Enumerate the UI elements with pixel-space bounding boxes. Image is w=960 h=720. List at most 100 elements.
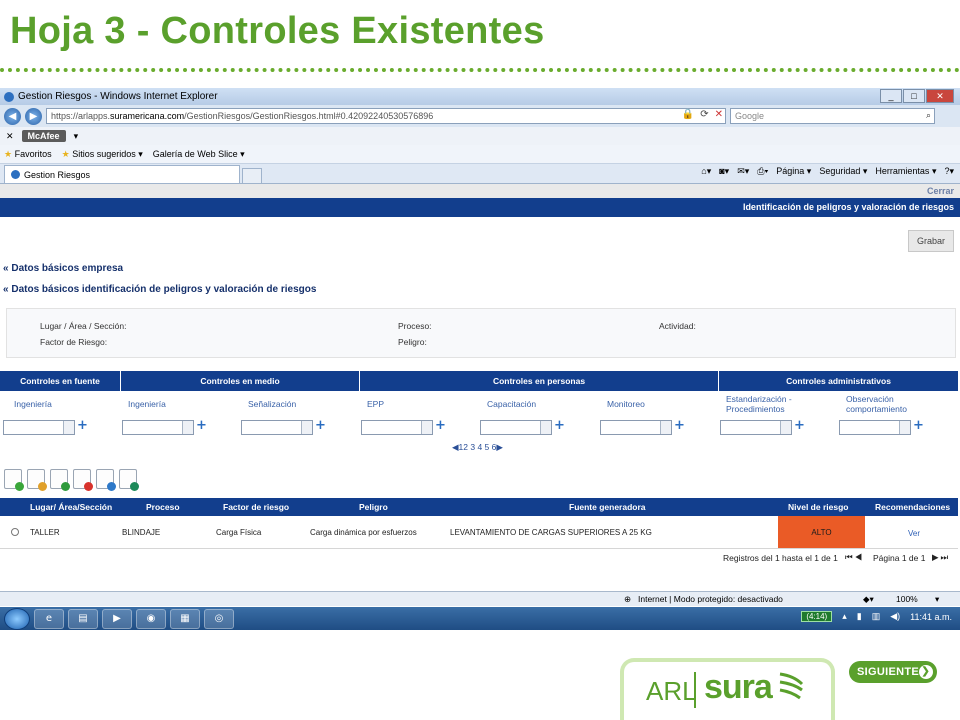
add-record-icon[interactable] xyxy=(4,469,24,491)
maximize-icon[interactable]: □ xyxy=(903,89,925,103)
next-last-icons[interactable]: ▶⏭ xyxy=(932,552,950,563)
group-personas: Controles en personas xyxy=(360,371,719,391)
grabar-button[interactable]: Grabar xyxy=(908,230,954,252)
web-slice-gallery-link[interactable]: Galería de Web Slice ▾ xyxy=(153,149,245,160)
close-icon[interactable]: ✕ xyxy=(926,89,954,103)
taskbar-explorer[interactable]: ▤ xyxy=(68,608,98,629)
add-icon[interactable]: + xyxy=(435,419,446,433)
field-label-capacitacion: Capacitación xyxy=(487,399,537,409)
first-prev-icons[interactable]: ⏮◀ xyxy=(845,552,864,563)
start-button[interactable] xyxy=(4,607,30,630)
mcafee-button[interactable]: McAfee xyxy=(21,130,66,142)
new-document-icon[interactable] xyxy=(50,469,70,491)
label-lugar: Lugar / Área / Sección: xyxy=(40,321,127,331)
section-datos-identificacion[interactable]: « Datos básicos identificación de peligr… xyxy=(3,284,316,295)
add-icon[interactable]: + xyxy=(794,419,805,433)
new-tab-button[interactable] xyxy=(242,168,262,183)
export-excel-icon[interactable] xyxy=(119,469,139,491)
stepper-capacitacion[interactable] xyxy=(480,420,552,435)
stepper-estandarizacion[interactable] xyxy=(720,420,792,435)
field-label-epp: EPP xyxy=(367,399,385,409)
stop-icon[interactable]: ✕ xyxy=(715,109,723,120)
group-medio: Controles en medio xyxy=(121,371,360,391)
col-lugar: Lugar/ Área/Sección xyxy=(30,502,113,512)
suggested-sites-link[interactable]: ★ Sitios sugeridos ▾ xyxy=(62,149,143,160)
taskbar-calculator[interactable]: ▦ xyxy=(170,608,200,629)
security-menu[interactable]: Seguridad ▾ xyxy=(819,166,867,177)
col-recomendaciones: Recomendaciones xyxy=(875,502,951,512)
add-icon[interactable]: + xyxy=(674,419,685,433)
pager: ◀12 3 4 5 6▶ xyxy=(452,442,503,453)
command-bar: ⌂▾ ◙▾ ✉▾ ⎙▾ Página ▾ Seguridad ▾ Herrami… xyxy=(701,166,954,177)
tab-strip: Gestion Riesgos ⌂▾ ◙▾ ✉▾ ⎙▾ Página ▾ Seg… xyxy=(0,164,960,184)
tab-gestion-riesgos[interactable]: Gestion Riesgos xyxy=(4,165,240,183)
taskbar-chrome[interactable]: ◉ xyxy=(136,608,166,629)
add-icon[interactable]: + xyxy=(196,419,207,433)
status-tools[interactable]: ◆▾ xyxy=(863,594,874,605)
col-nivel: Nivel de riesgo xyxy=(788,502,849,512)
row-select-radio[interactable] xyxy=(11,528,19,536)
close-toolbar-icon[interactable]: ✕ xyxy=(6,131,14,142)
filter-icon[interactable] xyxy=(96,469,116,491)
zoom-level[interactable]: 100% xyxy=(896,594,918,604)
search-input[interactable]: Google ⌕ xyxy=(730,108,935,124)
ver-link[interactable]: Ver xyxy=(908,529,920,538)
minimize-icon[interactable]: _ xyxy=(880,89,902,103)
add-icon[interactable]: + xyxy=(554,419,565,433)
taskbar-media[interactable]: ▶ xyxy=(102,608,132,629)
stepper-observacion[interactable] xyxy=(839,420,911,435)
cell-proceso: BLINDAJE xyxy=(122,528,161,537)
next-page-icon[interactable]: ▶ xyxy=(496,442,503,452)
home-icon[interactable]: ⌂▾ xyxy=(701,166,711,177)
page-menu[interactable]: Página ▾ xyxy=(776,166,811,177)
grid-footer: Registros del 1 hasta el 1 de 1 ⏮◀ Págin… xyxy=(0,548,958,566)
add-icon[interactable]: + xyxy=(315,419,326,433)
stepper-ingenieria-medio[interactable] xyxy=(122,420,194,435)
network-icon[interactable]: ▥ xyxy=(872,611,881,622)
collapse-icon: « xyxy=(3,284,9,295)
field-label-ingenieria-medio: Ingeniería xyxy=(128,399,166,409)
stepper-senalizacion[interactable] xyxy=(241,420,313,435)
help-icon[interactable]: ?▾ xyxy=(944,166,954,177)
taskbar: e ▤ ▶ ◉ ▦ ◎ (4:14) ▴ ▮ ▥ ◀) 11:41 a.m. xyxy=(0,607,960,630)
chevron-down-icon[interactable]: ▾ xyxy=(74,131,79,142)
taskbar-ie[interactable]: e xyxy=(34,608,64,629)
search-icon[interactable]: ⌕ xyxy=(926,110,931,121)
refresh-icon[interactable]: ⟳ xyxy=(700,109,708,120)
siguiente-button[interactable]: SIGUIENTE ❯ xyxy=(849,661,937,683)
mail-icon[interactable]: ✉▾ xyxy=(737,166,749,177)
favorites-bar: ★ Favoritos ★ Sitios sugeridos ▾ Galería… xyxy=(0,145,960,164)
feeds-icon[interactable]: ◙▾ xyxy=(719,166,729,177)
forward-icon[interactable]: ▶ xyxy=(25,107,42,125)
favorites-button[interactable]: ★ Favoritos xyxy=(4,149,52,160)
delete-record-icon[interactable] xyxy=(73,469,93,491)
add-favorite-icon: ★ xyxy=(61,148,70,159)
ie-page-icon xyxy=(11,170,20,179)
stepper-ingenieria-fuente[interactable] xyxy=(3,420,75,435)
window-controls: _ □ ✕ xyxy=(880,89,954,103)
cerrar-link[interactable]: Cerrar xyxy=(0,184,960,198)
table-row[interactable]: TALLER BLINDAJE Carga Física Carga dinám… xyxy=(0,516,958,548)
stepper-monitoreo[interactable] xyxy=(600,420,672,435)
battery-indicator[interactable]: (4:14) xyxy=(801,611,833,622)
logo-arl: ARL xyxy=(646,676,697,706)
mcafee-toolbar: ✕ McAfee ▾ xyxy=(0,127,960,145)
section-datos-empresa[interactable]: « Datos básicos empresa xyxy=(3,263,123,274)
label-proceso: Proceso: xyxy=(398,321,432,331)
add-icon[interactable]: + xyxy=(77,419,88,433)
add-icon[interactable]: + xyxy=(913,419,924,433)
clock[interactable]: 11:41 a.m. xyxy=(910,612,952,622)
page-numbers[interactable]: 12 3 4 5 6 xyxy=(459,442,497,452)
group-administrativos: Controles administrativos xyxy=(786,376,891,386)
tray-arrow-icon[interactable]: ▴ xyxy=(842,611,847,622)
back-icon[interactable]: ◀ xyxy=(4,107,21,125)
volume-icon[interactable]: ◀) xyxy=(890,611,900,622)
battery-icon[interactable]: ▮ xyxy=(857,611,862,622)
url-field[interactable]: https://arlapps. suramericana.com/Gestion… xyxy=(46,108,726,124)
edit-record-icon[interactable] xyxy=(27,469,47,491)
taskbar-app[interactable]: ◎ xyxy=(204,608,234,629)
tools-menu[interactable]: Herramientas ▾ xyxy=(875,166,936,177)
stepper-epp[interactable] xyxy=(361,420,433,435)
zoom-dropdown-icon[interactable]: ▾ xyxy=(935,594,939,605)
print-icon[interactable]: ⎙▾ xyxy=(757,166,768,177)
